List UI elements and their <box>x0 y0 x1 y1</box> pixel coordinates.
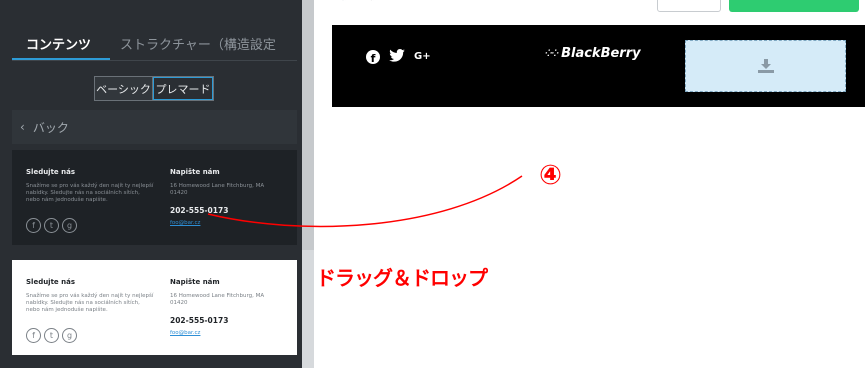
screen: コンテンツ ストラクチャー（構造設定 ベーシック プレマード ‹ バック Sle… <box>0 0 865 368</box>
step-number: ④ <box>539 160 562 191</box>
drag-drop-label: ドラッグ＆ドロップ <box>316 266 488 290</box>
drag-arrow <box>207 175 523 228</box>
